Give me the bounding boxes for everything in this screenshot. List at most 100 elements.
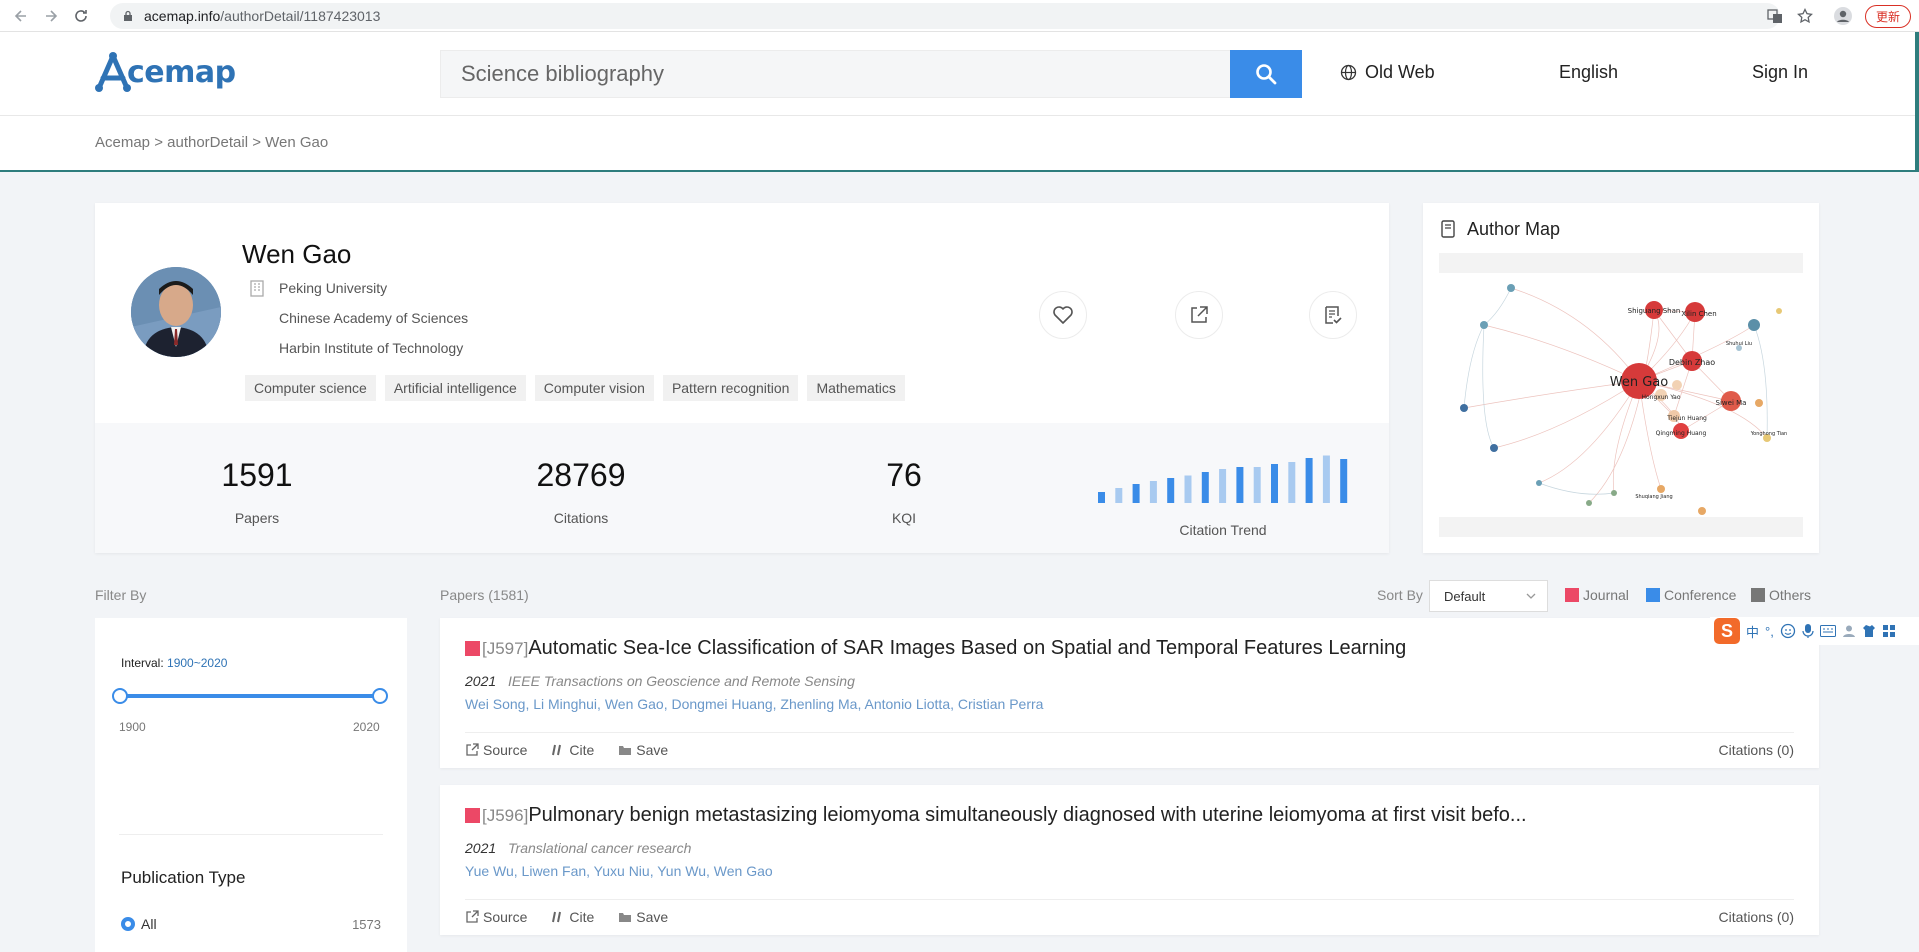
- legend-journal[interactable]: Journal: [1565, 587, 1629, 603]
- chevron-down-icon: [1526, 593, 1536, 599]
- sort-by-label: Sort By: [1377, 587, 1423, 603]
- field-tag[interactable]: Mathematics: [807, 375, 905, 401]
- trend-bar: [1149, 481, 1157, 503]
- field-tag[interactable]: Artificial intelligence: [384, 375, 526, 401]
- source-button[interactable]: Source: [465, 742, 527, 758]
- affiliation[interactable]: Chinese Academy of Sciences: [279, 310, 468, 326]
- papers-count-label: Papers (1581): [440, 587, 529, 603]
- reload-icon[interactable]: [68, 3, 94, 29]
- citations-stat[interactable]: 28769 Citations: [481, 423, 681, 526]
- paper-authors[interactable]: Wei Song, Li Minghui, Wen Gao, Dongmei H…: [465, 696, 1043, 712]
- legend-others[interactable]: Others: [1751, 587, 1811, 603]
- emoji-icon[interactable]: [1780, 623, 1796, 639]
- paper-title[interactable]: Pulmonary benign metastasizing leiomyoma…: [528, 804, 1526, 827]
- forward-icon[interactable]: [38, 3, 64, 29]
- skin-icon[interactable]: [1862, 624, 1876, 638]
- profile-icon[interactable]: [1831, 4, 1855, 28]
- paper-title[interactable]: Automatic Sea-Ice Classification of SAR …: [528, 637, 1406, 660]
- update-button[interactable]: 更新: [1864, 4, 1911, 28]
- field-tag[interactable]: Computer science: [245, 375, 376, 401]
- grid-menu-icon[interactable]: [1882, 624, 1896, 638]
- kqi-stat[interactable]: 76 KQI: [804, 423, 1004, 526]
- papers-stat[interactable]: 1591 Papers: [157, 423, 357, 526]
- author-name: Wen Gao: [242, 239, 352, 269]
- cite-button[interactable]: Cite: [551, 742, 594, 758]
- paper-title-row[interactable]: [J597] Automatic Sea-Ice Classification …: [465, 637, 1406, 660]
- citation-trend-chart[interactable]: [1098, 453, 1348, 503]
- paper-venue[interactable]: Translational cancer research: [508, 840, 691, 856]
- paper-citations[interactable]: Citations (0): [1719, 909, 1794, 925]
- author-card: Wen Gao Peking University Chinese Academ…: [95, 203, 1389, 553]
- affiliation[interactable]: Peking University: [279, 280, 387, 296]
- save-button[interactable]: Save: [618, 742, 668, 758]
- ime-toolbar[interactable]: S 中 °,: [1710, 617, 1919, 645]
- cite-button[interactable]: Cite: [551, 909, 594, 925]
- punctuation-icon[interactable]: °,: [1765, 624, 1774, 639]
- keyboard-icon[interactable]: [1819, 625, 1836, 637]
- search-button[interactable]: [1230, 50, 1302, 98]
- bookmark-star-icon[interactable]: [1793, 4, 1817, 28]
- others-swatch: [1751, 588, 1765, 602]
- author-map-card: Author Map Wen Gao Shiguang Shan Xilin C…: [1423, 203, 1819, 553]
- user-icon[interactable]: [1842, 624, 1856, 638]
- slider-max-label: 2020: [353, 720, 380, 734]
- address-bar[interactable]: acemap.info/authorDetail/1187423013: [110, 3, 1780, 29]
- author-avatar: [131, 267, 221, 357]
- legend-conference[interactable]: Conference: [1646, 587, 1736, 603]
- language-selector[interactable]: English: [1559, 62, 1618, 83]
- year-slider-min-handle[interactable]: [112, 688, 128, 704]
- map-node-label: Xilin Chen: [1681, 310, 1716, 318]
- lock-icon: [124, 10, 132, 21]
- microphone-icon[interactable]: [1802, 623, 1814, 639]
- breadcrumb-section[interactable]: authorDetail: [167, 134, 248, 151]
- affiliation[interactable]: Harbin Institute of Technology: [279, 340, 463, 356]
- slider-min-label: 1900: [119, 720, 146, 734]
- filter-panel: Interval: 1900~2020 1900 2020 Publicatio…: [95, 618, 407, 952]
- quote-icon: [552, 744, 562, 756]
- paper-citations[interactable]: Citations (0): [1719, 742, 1794, 758]
- year-slider-max-handle[interactable]: [372, 688, 388, 704]
- field-tags: Computer science Artificial intelligence…: [245, 375, 905, 401]
- ime-mode[interactable]: 中: [1746, 622, 1759, 641]
- citations-label: Citations: [553, 510, 609, 526]
- option-count: 1573: [352, 916, 381, 932]
- breadcrumb-current: Wen Gao: [265, 134, 329, 151]
- old-web-link[interactable]: Old Web: [1340, 62, 1435, 83]
- paper-year: 2021: [465, 673, 497, 689]
- paper-title-row[interactable]: [J596] Pulmonary benign metastasizing le…: [465, 804, 1527, 827]
- acemap-logo[interactable]: cemap: [95, 50, 250, 94]
- journal-marker: [465, 808, 480, 823]
- back-icon[interactable]: [8, 3, 34, 29]
- paper-code: [J596]: [482, 805, 529, 825]
- publication-type-all[interactable]: All 1573: [121, 916, 381, 932]
- filter-by-label: Filter By: [95, 587, 147, 603]
- save-button[interactable]: Save: [618, 909, 668, 925]
- source-button[interactable]: Source: [465, 909, 527, 925]
- follow-button[interactable]: [1039, 291, 1087, 339]
- sort-select[interactable]: Default: [1429, 580, 1548, 612]
- paper-authors[interactable]: Yue Wu, Liwen Fan, Yuxu Niu, Yun Wu, Wen…: [465, 863, 773, 879]
- claim-button[interactable]: [1309, 291, 1357, 339]
- radio-selected-icon[interactable]: [121, 917, 135, 931]
- sign-in-link[interactable]: Sign In: [1752, 62, 1808, 83]
- journal-swatch: [1565, 588, 1579, 602]
- author-map-title: Author Map: [1467, 219, 1561, 239]
- author-map-graph[interactable]: Wen Gao Shiguang Shan Xilin Chen Debin Z…: [1439, 253, 1803, 537]
- map-node-label: Shuhui Liu: [1726, 341, 1752, 347]
- sogou-logo-icon[interactable]: S: [1714, 618, 1740, 644]
- search-input[interactable]: Science bibliography: [440, 50, 1302, 98]
- translate-icon[interactable]: [1763, 4, 1787, 28]
- map-node-label: Shiguang Shan: [1628, 307, 1681, 315]
- browser-toolbar: acemap.info/authorDetail/1187423013 更新: [0, 0, 1919, 32]
- scrollbar-thumb[interactable]: [1915, 32, 1919, 172]
- field-tag[interactable]: Computer vision: [534, 375, 654, 401]
- trend-bar: [1305, 458, 1313, 503]
- breadcrumb-root[interactable]: Acemap: [95, 134, 150, 151]
- paper-venue[interactable]: IEEE Transactions on Geoscience and Remo…: [508, 673, 855, 689]
- share-button[interactable]: [1175, 291, 1223, 339]
- field-tag[interactable]: Pattern recognition: [662, 375, 799, 401]
- trend-bar: [1098, 492, 1105, 503]
- citations-count: 28769: [536, 457, 626, 493]
- map-center-label: Wen Gao: [1610, 375, 1669, 390]
- year-slider-track[interactable]: [119, 694, 379, 698]
